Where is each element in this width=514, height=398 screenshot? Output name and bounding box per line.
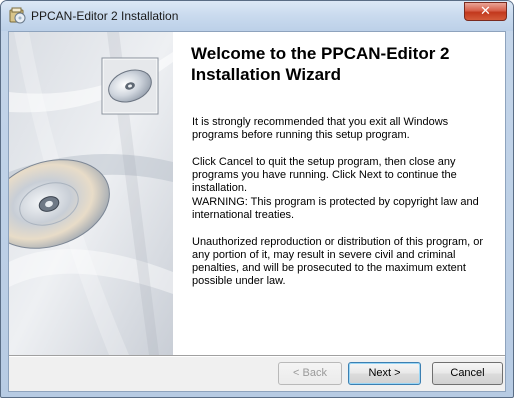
welcome-panel: Welcome to the PPCAN-Editor 2 Installati… — [173, 32, 505, 355]
welcome-paragraph-warning: WARNING: This program is protected by co… — [192, 196, 479, 221]
welcome-heading: Welcome to the PPCAN-Editor 2 Installati… — [191, 44, 450, 84]
installer-icon — [9, 7, 26, 24]
button-bar-divider — [9, 355, 505, 357]
title-bar[interactable]: PPCAN-Editor 2 Installation ✕ — [1, 1, 513, 31]
welcome-paragraph-legal: Unauthorized reproduction or distributio… — [192, 236, 484, 287]
next-button[interactable]: Next > — [348, 362, 421, 385]
window-title: PPCAN-Editor 2 Installation — [31, 9, 179, 23]
wizard-body: Welcome to the PPCAN-Editor 2 Installati… — [8, 31, 506, 392]
welcome-paragraph-exit-programs: It is strongly recommended that you exit… — [192, 116, 449, 141]
welcome-paragraph-cancel-next: Click Cancel to quit the setup program, … — [192, 156, 457, 194]
cd-banner-graphic — [9, 32, 173, 355]
installer-window: PPCAN-Editor 2 Installation ✕ Welcome to… — [0, 0, 514, 398]
cancel-button[interactable]: Cancel — [432, 362, 503, 385]
wizard-side-banner — [9, 32, 173, 355]
close-button[interactable]: ✕ — [464, 2, 507, 21]
back-button[interactable]: < Back — [278, 362, 342, 385]
